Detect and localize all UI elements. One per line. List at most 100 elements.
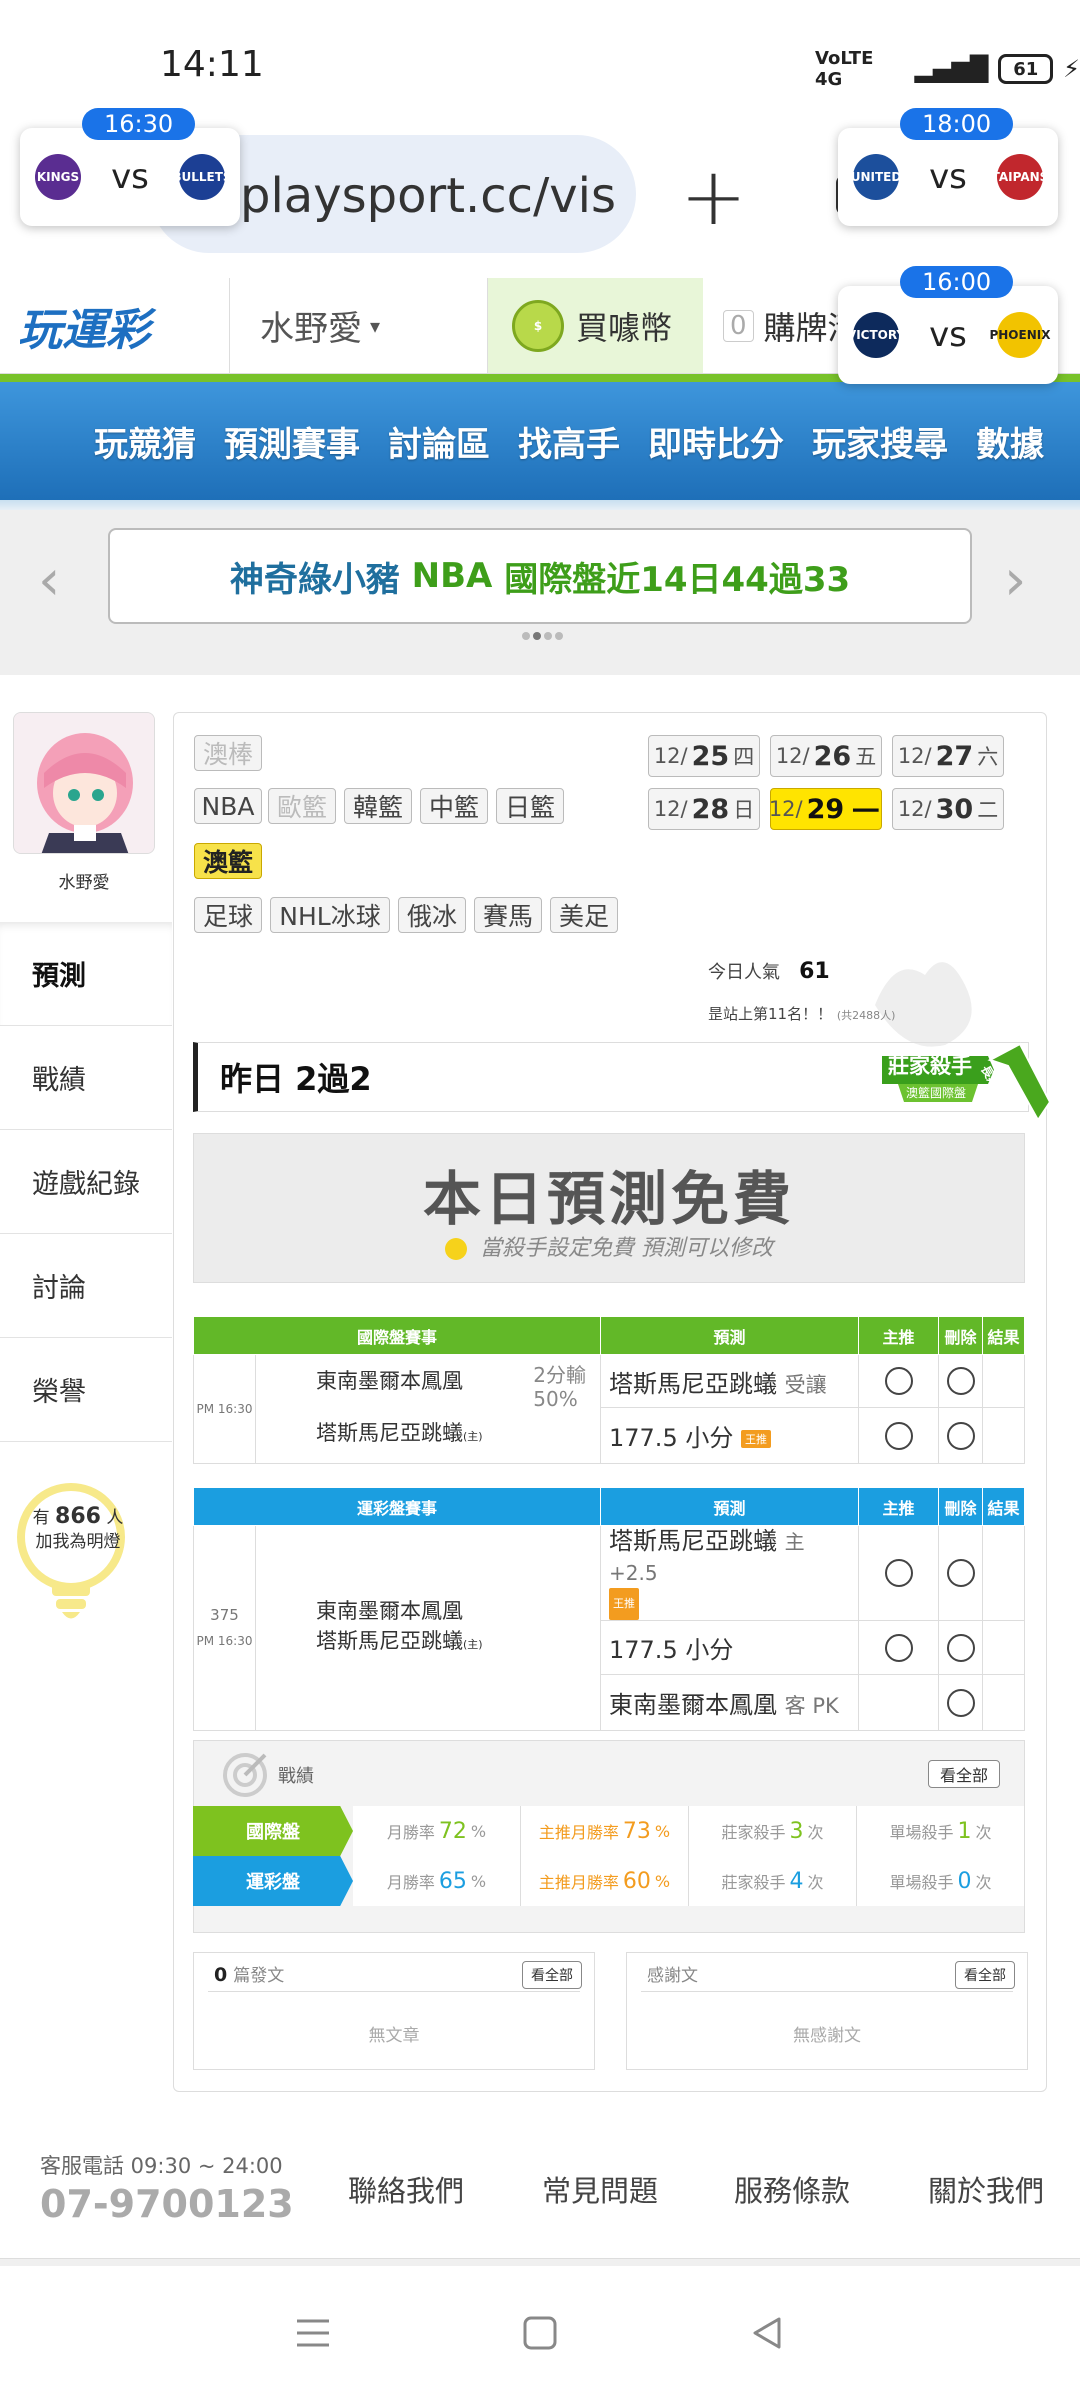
url-text[interactable]: playsport.cc/visit xyxy=(240,168,620,224)
record-row-intl: 國際盤 月勝率 72% 主推月勝率 73% 莊家殺手 3 次 單場殺手 1 次 xyxy=(193,1806,1025,1856)
site-logo[interactable]: 玩運彩 xyxy=(0,278,230,374)
posts-header: 0 篇發文 xyxy=(214,1964,285,1986)
pick-cell[interactable]: 東南墨爾本鳳凰 客 PK xyxy=(600,1674,859,1731)
main-pick-radio[interactable] xyxy=(858,1407,939,1464)
delete-radio[interactable] xyxy=(938,1620,983,1675)
record-month: 月勝率 72% xyxy=(353,1806,521,1856)
avatar[interactable] xyxy=(13,712,155,854)
record-killer: 莊家殺手 4 次 xyxy=(689,1856,857,1906)
home-team: 東南墨爾本鳳凰 xyxy=(316,1599,463,1623)
date-tab[interactable]: 12/30 二 xyxy=(892,788,1004,830)
team-logo-icon: TAIPANS xyxy=(992,154,1048,200)
sidebar-item-honor[interactable]: 榮譽 xyxy=(0,1338,172,1442)
back-icon[interactable] xyxy=(747,2313,787,2353)
nav-item-forum[interactable]: 討論區 xyxy=(374,417,504,466)
league-chip[interactable]: 賽馬 xyxy=(474,897,542,933)
date-tab[interactable]: 12/28 日 xyxy=(648,788,760,830)
lottery-header-pick: 預測 xyxy=(600,1487,859,1526)
thanks-header: 感謝文 xyxy=(647,1966,698,1986)
date-tab[interactable]: 12/27 六 xyxy=(892,735,1004,777)
league-chip[interactable]: 美足 xyxy=(550,897,618,933)
thanks-see-all-button[interactable]: 看全部 xyxy=(955,1961,1015,1989)
new-tab-plus-icon[interactable]: + xyxy=(680,150,747,243)
footer-link-about[interactable]: 關於我們 xyxy=(928,2168,1044,2210)
intl-header-delete: 刪除 xyxy=(938,1316,983,1355)
sidebar-item-record[interactable]: 戰績 xyxy=(0,1026,172,1130)
signal-icon: ▂▄▆█ xyxy=(914,55,989,83)
nav-item-experts[interactable]: 找高手 xyxy=(504,417,634,466)
league-chip[interactable]: NBA xyxy=(194,788,262,824)
date-tab[interactable]: 12/25 四 xyxy=(648,735,760,777)
footer-link-terms[interactable]: 服務條款 xyxy=(734,2168,850,2210)
sidebar-item-discuss[interactable]: 討論 xyxy=(0,1234,172,1338)
home-icon[interactable] xyxy=(520,2313,560,2353)
banner-text: 國際盤近14日44過33 xyxy=(504,559,851,600)
nav-item-player-search[interactable]: 玩家搜尋 xyxy=(798,417,962,466)
menu-icon[interactable] xyxy=(293,2313,333,2353)
date-tab[interactable]: 12/26 五 xyxy=(770,735,882,777)
vs-label: vs xyxy=(929,315,967,355)
buy-card-button[interactable]: 0 購牌清 xyxy=(703,278,860,373)
fans-count: 有 866 人 加我為明燈 xyxy=(32,1504,124,1553)
status-time: 14:11 xyxy=(160,44,264,85)
buy-coins-button[interactable]: $ 買噱幣 xyxy=(488,278,703,373)
card-count: 0 xyxy=(723,309,754,342)
pick-cell[interactable]: 塔斯馬尼亞跳蟻 受讓 xyxy=(600,1353,859,1409)
banner[interactable]: 神奇綠小豬 NBA 國際盤近14日44過33 xyxy=(108,528,972,624)
delete-radio[interactable] xyxy=(938,1525,983,1621)
score-card[interactable]: VICTORY vs PHOENIX xyxy=(838,286,1058,384)
buy-coins-label: 買噱幣 xyxy=(576,308,673,347)
sidebar-menu: 預測 戰績 遊戲紀錄 討論 榮譽 xyxy=(0,922,172,1442)
delete-radio[interactable] xyxy=(938,1674,983,1731)
pick-cell[interactable]: 塔斯馬尼亞跳蟻 主 +2.5 王推 xyxy=(600,1525,859,1621)
footer-link-contact[interactable]: 聯絡我們 xyxy=(348,2168,464,2210)
game-teams: 東南墨爾本鳳凰 塔斯馬尼亞跳蟻(主) xyxy=(255,1525,601,1731)
record-see-all-button[interactable]: 看全部 xyxy=(928,1760,1000,1788)
chevron-down-icon: ▾ xyxy=(370,313,381,338)
score-card[interactable]: UNITED vs TAIPANS xyxy=(838,128,1058,226)
main-pick-radio[interactable] xyxy=(858,1620,939,1675)
delete-radio[interactable] xyxy=(938,1353,983,1409)
league-chip[interactable]: 歐籃 xyxy=(268,788,336,824)
team-logo-icon: BULLETS xyxy=(172,154,232,200)
league-chip[interactable]: NHL冰球 xyxy=(270,897,390,933)
chevron-right-icon[interactable]: › xyxy=(1004,548,1026,613)
sidebar-item-game-log[interactable]: 遊戲紀錄 xyxy=(0,1130,172,1234)
user-dropdown[interactable]: 水野愛 ▾ xyxy=(230,278,488,373)
league-chip[interactable]: 日籃 xyxy=(496,788,564,824)
pick-cell[interactable]: 177.5 小分 xyxy=(600,1620,859,1675)
footer-link-faq[interactable]: 常見問題 xyxy=(542,2168,658,2210)
username: 水野愛 xyxy=(260,309,362,349)
main-pick-radio[interactable] xyxy=(858,1525,939,1621)
league-chip[interactable]: 足球 xyxy=(194,897,262,933)
posts-see-all-button[interactable]: 看全部 xyxy=(522,1961,582,1989)
main-pick-radio[interactable] xyxy=(858,1353,939,1409)
nav-item-stats[interactable]: 數據 xyxy=(962,417,1058,466)
record-single: 單場殺手 0 次 xyxy=(857,1856,1025,1906)
chevron-left-icon[interactable]: ‹ xyxy=(38,548,60,613)
sidebar-username: 水野愛 xyxy=(58,873,110,893)
nav-item-live-score[interactable]: 即時比分 xyxy=(634,417,798,466)
score-card[interactable]: KINGS vs BULLETS xyxy=(20,128,240,226)
nav-item-predict[interactable]: 預測賽事 xyxy=(210,417,374,466)
popularity-rank: 昰站上第11名！！ (共2488人) xyxy=(708,1005,896,1023)
sidebar-item-predict[interactable]: 預測 xyxy=(0,922,172,1026)
pick-cell[interactable]: 177.5 小分 王推 xyxy=(600,1407,859,1464)
delete-radio[interactable] xyxy=(938,1407,983,1464)
killer-badge-title: 莊家殺手 xyxy=(888,1054,972,1078)
service-phone[interactable]: 07-9700123 xyxy=(40,2182,294,2226)
date-tab-active[interactable]: 12/29 一 xyxy=(769,788,882,830)
main-pick-tag: 王推 xyxy=(740,1430,771,1449)
free-title: 本日預測免費 xyxy=(422,1165,795,1233)
away-team: 塔斯馬尼亞跳蟻(主) xyxy=(316,1421,483,1445)
league-chip-active[interactable]: 澳籃 xyxy=(194,843,262,879)
nav-item-guess[interactable]: 玩競猜 xyxy=(80,417,210,466)
intl-prediction-table: 國際盤賽事 預測 主推 刪除 結果 PM 16:30 東南墨爾本鳳凰 塔斯馬尼亞… xyxy=(193,1316,1025,1464)
intl-header-pick: 預測 xyxy=(600,1316,859,1355)
league-chip[interactable]: 俄冰 xyxy=(398,897,466,933)
league-chip[interactable]: 韓籃 xyxy=(344,788,412,824)
league-chip[interactable]: 澳棒 xyxy=(194,735,262,771)
record-killer: 莊家殺手 3 次 xyxy=(689,1806,857,1856)
league-chip[interactable]: 中籃 xyxy=(420,788,488,824)
game-time: PM 16:30 xyxy=(193,1354,256,1464)
